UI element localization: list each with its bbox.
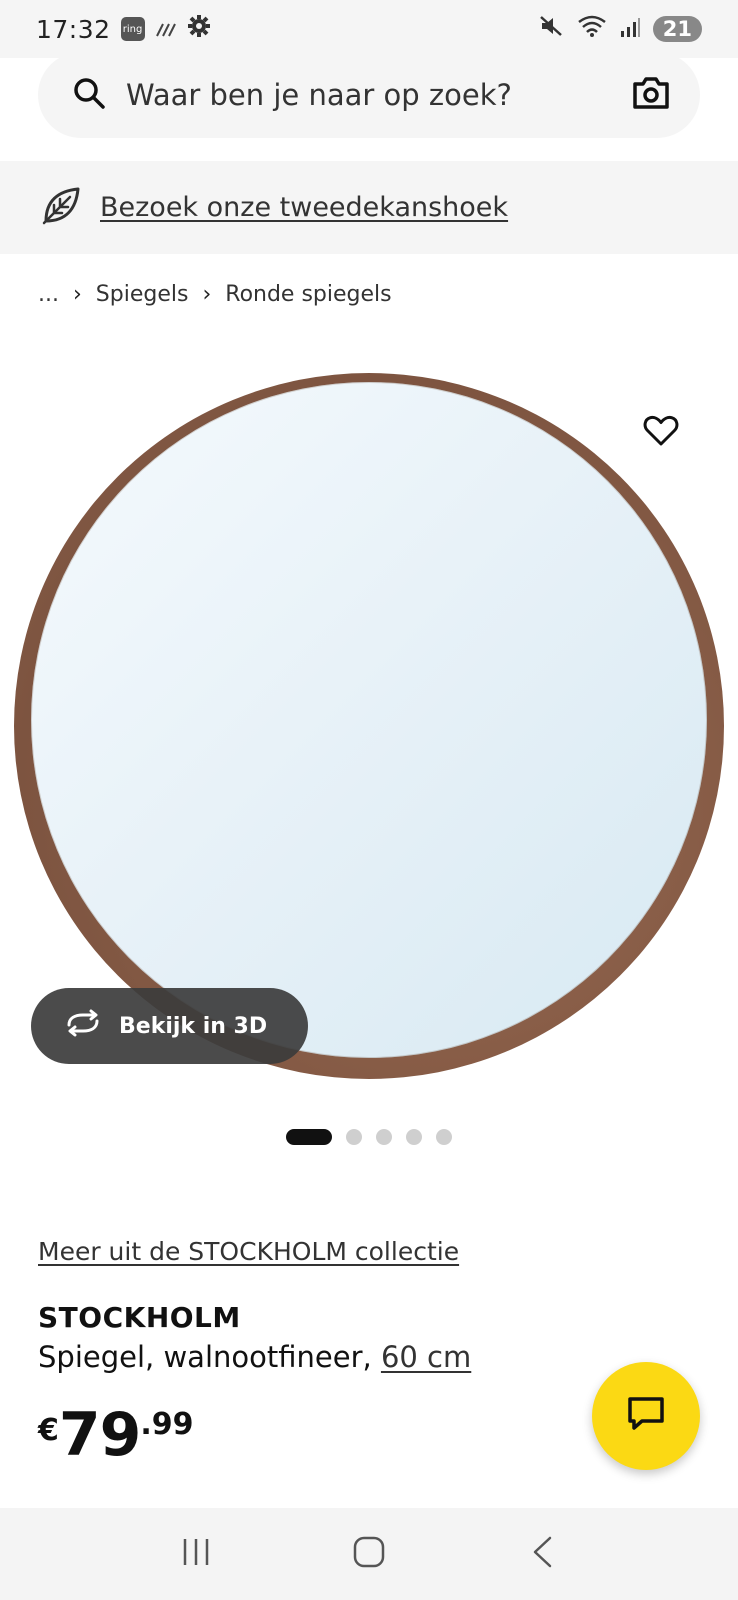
status-bar: 17:32 ring 21 [0,0,738,58]
settings-gear-icon [187,14,211,44]
status-time: 17:32 [36,14,111,44]
recent-apps-icon [180,1537,212,1571]
chevron-right-icon: › [202,281,212,307]
heart-icon [643,415,679,451]
second-chance-link[interactable]: Bezoek onze tweedekanshoek [100,192,508,223]
size-link[interactable]: 60 cm [381,1340,471,1374]
signal-icon [619,15,641,44]
battery-indicator: 21 [652,16,702,42]
view-in-3d-button[interactable]: Bekijk in 3D [31,988,308,1064]
search-input[interactable] [126,78,632,112]
product-image-mirror [14,373,724,1079]
chevron-right-icon: › [72,281,82,307]
favorite-button[interactable] [640,412,682,454]
breadcrumb-ellipsis[interactable]: ... [38,282,59,307]
search-bar[interactable] [38,52,700,138]
pagination-dot[interactable] [436,1129,452,1145]
second-chance-banner[interactable]: Bezoek onze tweedekanshoek [0,161,738,254]
breadcrumb: ... › Spiegels › Ronde spiegels [38,276,392,312]
stripes-icon [155,15,177,44]
collection-link[interactable]: Meer uit de STOCKHOLM collectie [38,1237,459,1266]
pagination-dot[interactable] [346,1129,362,1145]
pagination-dot[interactable] [406,1129,422,1145]
search-icon[interactable] [72,76,106,114]
mute-icon [539,14,565,44]
home-icon [352,1535,386,1573]
product-price: € 79 .99 [38,1405,194,1475]
product-name: STOCKHOLM [38,1301,241,1334]
wifi-icon [577,14,607,44]
price-currency: € [38,1413,59,1448]
back-button[interactable] [512,1524,572,1584]
system-nav-bar [0,1508,738,1600]
breadcrumb-item-ronde-spiegels[interactable]: Ronde spiegels [225,282,391,307]
breadcrumb-item-spiegels[interactable]: Spiegels [96,282,189,307]
chat-bubble-icon [626,1395,666,1437]
camera-search-icon[interactable] [632,76,670,114]
recent-apps-button[interactable] [166,1524,226,1584]
product-image-gallery[interactable]: Bekijk in 3D [0,340,738,1100]
price-integer: 79 [58,1400,141,1470]
ring-app-icon: ring [120,17,145,41]
view-in-3d-label: Bekijk in 3D [119,1013,268,1039]
pagination-dot-active[interactable] [286,1129,332,1145]
rotate-3d-icon [63,1009,103,1043]
back-chevron-icon [530,1535,554,1573]
product-description: Spiegel, walnootfineer, 60 cm [38,1340,471,1374]
price-decimal: .99 [140,1407,194,1442]
mirror-glass [31,382,707,1058]
gallery-pagination [0,1126,738,1148]
product-description-text: Spiegel, walnootfineer, [38,1340,381,1374]
chat-button[interactable] [592,1362,700,1470]
home-button[interactable] [339,1524,399,1584]
pagination-dot[interactable] [376,1129,392,1145]
leaf-icon [40,185,82,231]
